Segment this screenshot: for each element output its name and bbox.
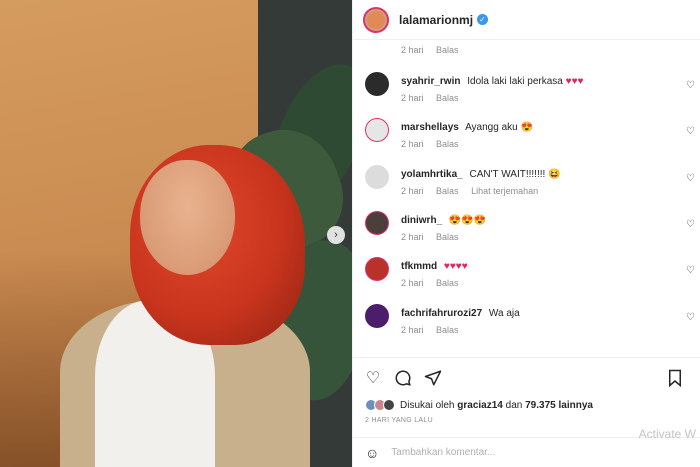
commenter-username[interactable]: marshellays (401, 122, 459, 133)
comment-meta: 2 hari Balas Lihat terjemahan (401, 186, 539, 196)
reply-button[interactable]: Balas (436, 325, 459, 335)
likes-text: Disukai oleh graciaz14 dan 79.375 lainny… (400, 399, 593, 411)
commenter-avatar[interactable] (365, 211, 389, 235)
reply-button[interactable]: Balas (436, 186, 459, 196)
caption-reply-button[interactable]: Balas (436, 45, 459, 55)
comment-meta: 2 hari Balas (401, 278, 459, 288)
commenter-avatar[interactable] (365, 304, 389, 328)
next-photo-button[interactable]: › (327, 226, 345, 244)
likes-count[interactable]: 79.375 (525, 400, 556, 411)
reply-button[interactable]: Balas (436, 93, 459, 103)
likes-summary: Disukai oleh graciaz14 dan 79.375 lainny… (365, 399, 593, 411)
heart-icon[interactable]: ♡ (686, 312, 695, 323)
chevron-right-icon: › (334, 229, 338, 241)
commenter-username[interactable]: yolamhrtika_ (401, 169, 463, 180)
post-actions: ♡ (353, 357, 700, 397)
comment-item: diniwrh_ 😍😍😍 2 hari Balas ♡ (353, 211, 700, 251)
commenter-username[interactable]: tfkmmd (401, 261, 437, 272)
reply-button[interactable]: Balas (436, 232, 459, 242)
comment-meta: 2 hari Balas (401, 232, 459, 242)
comment-meta: 2 hari Balas (401, 325, 459, 335)
post-timestamp[interactable]: 2 HARI YANG LALU (365, 417, 433, 424)
caption-time: 2 hari (401, 45, 424, 55)
reply-button[interactable]: Balas (436, 278, 459, 288)
commenter-username[interactable]: diniwrh_ (401, 215, 442, 226)
liker-username[interactable]: graciaz14 (457, 400, 503, 411)
comment-text: syahrir_rwin Idola laki laki perkasa ♥♥♥ (401, 76, 584, 87)
heart-icon[interactable]: ♡ (686, 219, 695, 230)
commenter-avatar[interactable] (365, 257, 389, 281)
post-header: lalamarionmj ✓ (353, 0, 700, 40)
comment-item: fachrifahrurozi27 Wa aja 2 hari Balas ♡ (353, 304, 700, 344)
comment-text: yolamhrtika_ CAN'T WAIT!!!!!!! 😆 (401, 169, 561, 180)
heart-icon[interactable]: ♡ (686, 80, 695, 91)
comment-item: tfkmmd ♥♥♥♥ 2 hari Balas ♡ (353, 257, 700, 297)
post-photo[interactable]: › (0, 0, 352, 467)
heart-icon[interactable]: ♡ (363, 368, 383, 388)
comment-text: tfkmmd ♥♥♥♥ (401, 261, 468, 272)
comment-item: yolamhrtika_ CAN'T WAIT!!!!!!! 😆 2 hari … (353, 165, 700, 205)
commenter-avatar[interactable] (365, 118, 389, 142)
add-comment-bar: ☺ Tambahkan komentar... (353, 437, 700, 467)
bookmark-icon[interactable] (665, 368, 685, 388)
heart-icon[interactable]: ♡ (686, 173, 695, 184)
share-icon[interactable] (423, 368, 443, 388)
heart-icon[interactable]: ♡ (686, 265, 695, 276)
comment-item: syahrir_rwin Idola laki laki perkasa ♥♥♥… (353, 72, 700, 112)
commenter-username[interactable]: fachrifahrurozi27 (401, 308, 482, 319)
commenter-avatar[interactable] (365, 165, 389, 189)
comment-meta: 2 hari Balas (401, 93, 459, 103)
liker-avatar[interactable] (383, 399, 395, 411)
comment-text: diniwrh_ 😍😍😍 (401, 215, 487, 226)
photo-face (140, 160, 235, 275)
instagram-post: › lalamarionmj ✓ 2 hari Balas syahrir_rw… (0, 0, 700, 467)
comment-text: fachrifahrurozi27 Wa aja (401, 308, 520, 319)
comment-icon[interactable] (393, 368, 413, 388)
add-comment-input[interactable]: Tambahkan komentar... (391, 447, 495, 458)
reply-button[interactable]: Balas (436, 139, 459, 149)
commenter-username[interactable]: syahrir_rwin (401, 76, 460, 87)
author-avatar[interactable] (363, 6, 389, 33)
verified-badge-icon: ✓ (477, 14, 489, 25)
comment-meta: 2 hari Balas (401, 139, 459, 149)
post-panel: lalamarionmj ✓ 2 hari Balas syahrir_rwin… (352, 0, 700, 467)
caption-meta: 2 hari Balas (401, 45, 469, 55)
author-username[interactable]: lalamarionmj (399, 13, 473, 27)
see-translation-link[interactable]: Lihat terjemahan (471, 186, 538, 196)
commenter-avatar[interactable] (365, 72, 389, 96)
activation-watermark: Activate W (638, 427, 696, 441)
heart-icon[interactable]: ♡ (686, 126, 695, 137)
comment-item: marshellays Ayangg aku 😍 2 hari Balas ♡ (353, 118, 700, 158)
smile-icon[interactable]: ☺ (365, 445, 379, 461)
comments-list[interactable]: 2 hari Balas syahrir_rwin Idola laki lak… (353, 40, 700, 357)
comment-text: marshellays Ayangg aku 😍 (401, 122, 533, 133)
